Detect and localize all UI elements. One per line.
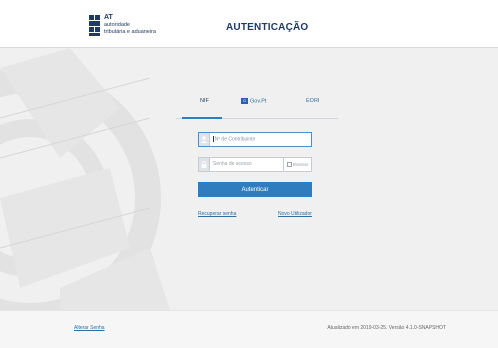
page-title: AUTENTICAÇÃO [226, 22, 309, 33]
user-field-icon-box [199, 133, 210, 146]
version-text: Atualizado em 2019-03-25. Versão 4.1.0-S… [327, 325, 446, 331]
lock-icon [201, 161, 207, 168]
show-password-label: Mostrar [292, 162, 309, 167]
active-tab-indicator [182, 117, 222, 119]
at-logo-mark-icon [89, 15, 100, 36]
footer: Alterar Senha Atualizado em 2019-03-25. … [0, 310, 498, 348]
authenticate-button[interactable]: Autenticar [198, 182, 312, 197]
tab-gov-pt[interactable]: G Gov.Pt [241, 98, 266, 104]
tab-eori[interactable]: EORI [306, 98, 319, 104]
user-icon [201, 136, 207, 143]
header: AT autoridade tributária e aduaneira AUT… [0, 0, 498, 48]
main-area: NIF G Gov.Pt EORI Nº de Contribuinte Senh… [0, 48, 498, 310]
nif-input[interactable]: Nº de Contribuinte [198, 132, 312, 147]
lock-field-icon-box [199, 158, 210, 171]
tab-gov-pt-label: Gov.Pt [250, 98, 267, 105]
change-password-link[interactable]: Alterar Senha [74, 325, 105, 331]
at-logo[interactable]: AT autoridade tributária e aduaneira [89, 14, 179, 39]
show-password-toggle[interactable]: Mostrar [284, 157, 312, 172]
tab-nif[interactable]: NIF [200, 98, 209, 104]
nif-placeholder: Nº de Contribuinte [214, 136, 256, 143]
gov-pt-icon: G [241, 98, 248, 104]
nif-input-value: Nº de Contribuinte [213, 136, 255, 142]
text-cursor [213, 136, 214, 142]
logo-line-1: AT [104, 14, 113, 21]
password-input[interactable]: Senha de acesso [198, 157, 284, 172]
logo-text: AT autoridade tributária e aduaneira [104, 14, 156, 35]
auth-tabs: NIF G Gov.Pt EORI [176, 98, 338, 119]
new-user-link[interactable]: Novo Utilizador [278, 211, 312, 217]
password-placeholder: Senha de acesso [213, 161, 252, 167]
checkbox-icon [286, 162, 292, 168]
recover-password-link[interactable]: Recuperar senha [198, 211, 236, 217]
logo-line-3: tributária e aduaneira [104, 28, 156, 35]
login-card: NIF G Gov.Pt EORI Nº de Contribuinte Senh… [176, 90, 338, 290]
